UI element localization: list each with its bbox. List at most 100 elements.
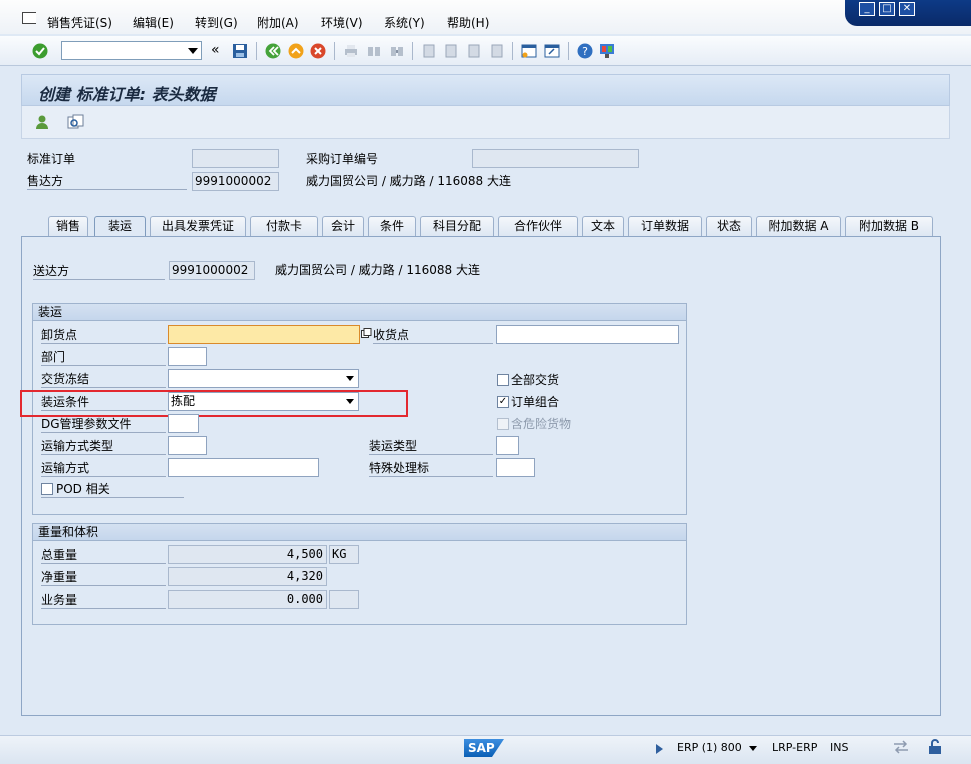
- special-processing-label: 特殊处理标: [369, 459, 493, 477]
- department-input[interactable]: [168, 347, 207, 366]
- server-name: LRP-ERP: [772, 741, 818, 754]
- ship-to-description: 威力国贸公司 / 威力路 / 116088 大连: [275, 263, 480, 277]
- menu-help[interactable]: 帮助(H): [447, 14, 489, 31]
- weights-group-title: 重量和体积: [33, 524, 686, 541]
- ship-to-label: 送达方: [33, 262, 165, 280]
- tab-payment-cards[interactable]: 付款卡: [250, 216, 318, 237]
- unloading-point-input[interactable]: [168, 325, 360, 344]
- shortcut-icon[interactable]: [544, 43, 560, 59]
- tab-billing[interactable]: 出具发票凭证: [150, 216, 246, 237]
- menu-edit[interactable]: 编辑(E): [133, 14, 174, 31]
- command-field[interactable]: [61, 41, 202, 60]
- menu-sales-document[interactable]: 销售凭证(S): [47, 14, 112, 31]
- next-page-icon[interactable]: [466, 43, 482, 59]
- first-page-icon[interactable]: [421, 43, 437, 59]
- lock-icon[interactable]: [928, 739, 942, 755]
- minimize-icon[interactable]: _: [859, 2, 875, 16]
- volume-unit: [329, 590, 359, 609]
- sap-logo: SAP: [464, 739, 504, 757]
- play-icon[interactable]: [656, 744, 663, 754]
- hazardous-checkbox: [497, 418, 509, 430]
- command-input[interactable]: [62, 42, 182, 59]
- menu-goto[interactable]: 转到(G): [195, 14, 238, 31]
- transport-mode-input[interactable]: [168, 458, 319, 477]
- layout-icon[interactable]: [599, 43, 615, 59]
- close-icon[interactable]: ✕: [899, 2, 915, 16]
- prev-page-icon[interactable]: [443, 43, 459, 59]
- tab-account-assignment[interactable]: 科目分配: [420, 216, 494, 237]
- net-weight-label: 净重量: [41, 568, 166, 586]
- new-session-icon[interactable]: [521, 43, 537, 59]
- help-icon[interactable]: ?: [577, 43, 593, 59]
- standard-toolbar: « ?: [0, 36, 971, 66]
- chevron-down-icon[interactable]: [749, 746, 757, 751]
- tab-additional-data-a[interactable]: 附加数据 A: [756, 216, 841, 237]
- check-icon[interactable]: [32, 43, 48, 59]
- toolbar-separator: [334, 42, 335, 60]
- find-next-icon[interactable]: [389, 43, 405, 59]
- tab-texts[interactable]: 文本: [582, 216, 624, 237]
- menu-bar: 销售凭证(S) 编辑(E) 转到(G) 附加(A) 环境(V) 系统(Y) 帮助…: [0, 0, 971, 34]
- chevron-down-icon[interactable]: [188, 48, 198, 54]
- delivery-block-label: 交货冻结: [41, 370, 166, 388]
- tab-status[interactable]: 状态: [706, 216, 752, 237]
- tab-additional-data-b[interactable]: 附加数据 B: [845, 216, 933, 237]
- maximize-icon[interactable]: □: [879, 2, 895, 16]
- page-title: 创建 标准订单: 表头数据: [38, 85, 216, 104]
- pod-checkbox[interactable]: [41, 483, 53, 495]
- connection-icon: [894, 740, 908, 754]
- delivery-block-select[interactable]: [168, 369, 359, 388]
- display-document-icon[interactable]: [67, 114, 85, 130]
- save-icon[interactable]: [232, 43, 248, 59]
- tab-accounting[interactable]: 会计: [322, 216, 364, 237]
- chevron-down-icon[interactable]: [346, 376, 354, 381]
- gross-weight-unit: KG: [329, 545, 359, 564]
- ship-to-field[interactable]: 9991000002: [169, 261, 255, 280]
- print-icon[interactable]: [343, 43, 359, 59]
- title-bar: 创建 标准订单: 表头数据: [21, 74, 950, 106]
- menu-system[interactable]: 系统(Y): [384, 14, 425, 31]
- last-page-icon[interactable]: [489, 43, 505, 59]
- order-combination-label: 订单组合: [511, 395, 560, 409]
- window-controls: _ □ ✕: [845, 0, 971, 26]
- gross-weight-label: 总重量: [41, 546, 166, 564]
- volume-label: 业务量: [41, 591, 166, 609]
- tab-conditions[interactable]: 条件: [368, 216, 416, 237]
- po-number-label: 采购订单编号: [306, 152, 379, 166]
- svg-text:?: ?: [582, 45, 588, 58]
- transport-type-input[interactable]: [168, 436, 207, 455]
- sold-to-field[interactable]: 9991000002: [192, 172, 279, 191]
- po-number-field: [472, 149, 639, 168]
- cancel-icon[interactable]: [310, 43, 326, 59]
- special-processing-input[interactable]: [496, 458, 535, 477]
- shipping-type-input[interactable]: [496, 436, 519, 455]
- back-icon[interactable]: [265, 43, 281, 59]
- order-combination-checkbox[interactable]: ✓: [497, 396, 509, 408]
- user-icon[interactable]: [34, 114, 50, 130]
- tab-strip: 销售 装运 出具发票凭证 付款卡 会计 条件 科目分配 合作伙伴 文本 订单数据…: [31, 216, 941, 238]
- sold-to-label: 售达方: [27, 172, 187, 190]
- copy-icon[interactable]: [361, 328, 372, 339]
- department-label: 部门: [41, 348, 166, 366]
- pod-row: POD 相关: [41, 480, 184, 498]
- dg-profile-input[interactable]: [168, 414, 199, 433]
- collapse-icon[interactable]: «: [211, 42, 220, 58]
- receiving-point-label: 收货点: [373, 326, 493, 344]
- shipping-type-label: 装运类型: [369, 437, 493, 455]
- menu-environment[interactable]: 环境(V): [321, 14, 363, 31]
- complete-delivery-checkbox[interactable]: [497, 374, 509, 386]
- menu-extras[interactable]: 附加(A): [257, 14, 299, 31]
- application-toolbar: [21, 106, 950, 139]
- order-type-label: 标准订单: [27, 152, 76, 166]
- find-icon[interactable]: [366, 43, 382, 59]
- exit-icon[interactable]: [288, 43, 304, 59]
- tab-partners[interactable]: 合作伙伴: [498, 216, 578, 237]
- tab-order-data[interactable]: 订单数据: [628, 216, 702, 237]
- tab-sales[interactable]: 销售: [48, 216, 88, 237]
- transport-mode-label: 运输方式: [41, 459, 166, 477]
- receiving-point-input[interactable]: [496, 325, 679, 344]
- menu-icon[interactable]: [22, 12, 36, 24]
- tab-shipping[interactable]: 装运: [94, 216, 146, 238]
- net-weight-field: 4,320: [168, 567, 327, 586]
- complete-delivery-label: 全部交货: [511, 373, 560, 387]
